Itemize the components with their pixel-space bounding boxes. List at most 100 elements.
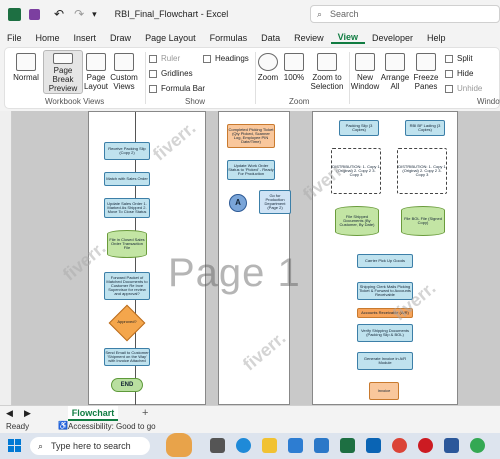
scroll-tabs-left-icon[interactable]: ◀	[6, 408, 13, 419]
tab-review[interactable]: Review	[287, 33, 331, 43]
sheet-tab-flowchart[interactable]: Flowchart	[68, 406, 118, 421]
new-window-icon	[355, 53, 375, 71]
unhide-icon	[445, 84, 453, 93]
split-button[interactable]: Split	[445, 54, 473, 63]
chrome-icon[interactable]	[392, 438, 407, 453]
tab-file[interactable]: File	[0, 33, 29, 43]
file-explorer-icon[interactable]	[262, 438, 277, 453]
ruler-label: Ruler	[161, 54, 181, 63]
zoom-to-selection-button[interactable]: Zoom to Selection	[307, 53, 347, 91]
taskbar-search[interactable]: ⌕ Type here to search	[30, 437, 150, 455]
flow-step[interactable]: Forward Packet of Matched Documents to C…	[104, 272, 150, 300]
flow-datastore[interactable]: File in Closed Sales Order Transaction F…	[107, 230, 147, 258]
page-layout-view-icon	[86, 53, 106, 71]
custom-views-button[interactable]: Custom Views	[109, 53, 139, 91]
accessibility-icon[interactable]: ♿	[58, 421, 68, 430]
new-window-button[interactable]: New Window	[351, 53, 379, 91]
headings-check-box	[203, 54, 211, 63]
flow-offpage[interactable]: Go for Production Department (Page 2)	[259, 190, 291, 214]
undo-icon[interactable]: ↶	[54, 7, 64, 21]
word-icon[interactable]	[444, 438, 459, 453]
search-box[interactable]: ⌕ Search	[310, 5, 500, 23]
tab-draw[interactable]: Draw	[103, 33, 138, 43]
zoom-label: Zoom	[257, 73, 279, 82]
freeze-panes-button[interactable]: Freeze Panes	[411, 53, 441, 91]
headings-checkbox[interactable]: Headings	[203, 54, 249, 63]
row-headers[interactable]	[0, 111, 12, 405]
tab-developer[interactable]: Developer	[365, 33, 420, 43]
hide-icon	[445, 69, 453, 78]
excel-icon	[8, 7, 21, 21]
scroll-tabs-right-icon[interactable]: ▶	[24, 408, 31, 419]
accessibility-status[interactable]: Accessibility: Good to go	[68, 422, 156, 431]
save-icon[interactable]	[29, 8, 40, 20]
tab-help[interactable]: Help	[420, 33, 453, 43]
headings-label: Headings	[215, 54, 249, 63]
flow-step[interactable]: Generate Invoice in A/R Module	[357, 352, 413, 370]
hide-button[interactable]: Hide	[445, 69, 473, 78]
ruler-check-box	[149, 54, 157, 63]
unhide-button[interactable]: Unhide	[445, 84, 482, 93]
customize-qat-icon[interactable]: ▾	[92, 9, 97, 20]
tab-view[interactable]: View	[330, 32, 366, 44]
flow-document[interactable]: Packing Slip (3 Copies)	[339, 120, 379, 136]
normal-view-button[interactable]: Normal	[11, 53, 41, 82]
formula-bar-check-box	[149, 84, 157, 93]
excel-taskbar-icon[interactable]	[340, 438, 355, 453]
mail-app-icon[interactable]	[366, 438, 381, 453]
flow-step[interactable]: Match with Sales Order	[104, 172, 150, 186]
store-icon[interactable]	[288, 438, 303, 453]
taskbar-search-icon: ⌕	[38, 440, 44, 451]
freeze-panes-icon	[416, 53, 436, 71]
flow-note[interactable]: DISTRIBUTION: 1. Copy 1 (Original) 2. Co…	[397, 148, 447, 194]
mail-icon[interactable]	[314, 438, 329, 453]
flow-connector[interactable]: A	[229, 194, 247, 212]
ruler-checkbox[interactable]: Ruler	[149, 54, 180, 63]
arrange-all-button[interactable]: Arrange All	[381, 53, 409, 91]
zoom-button[interactable]: Zoom	[257, 53, 279, 82]
new-window-label: New Window	[350, 73, 380, 91]
gridlines-checkbox[interactable]: Gridlines	[149, 69, 193, 78]
page-break-preview-label: Page Break Preview	[48, 66, 78, 93]
flow-step[interactable]: Update Work Order Status to 'Picked' - R…	[227, 160, 275, 180]
flow-datastore[interactable]: File BOL File (Signed Copy)	[401, 206, 445, 236]
page-layout-view-button[interactable]: Page Layout	[83, 53, 109, 91]
task-view-icon[interactable]	[210, 438, 225, 453]
tab-formulas[interactable]: Formulas	[203, 33, 255, 43]
windows-start-icon[interactable]	[8, 439, 21, 452]
flow-decision-label: Approved?	[117, 319, 137, 324]
tab-insert[interactable]: Insert	[67, 33, 104, 43]
flow-step[interactable]: Receive Packing Slip (Copy 2)	[104, 142, 150, 160]
zoom-100-button[interactable]: 100%	[283, 53, 305, 82]
flow-document[interactable]: RBI BF Lading (3 Copies)	[405, 120, 445, 136]
tab-page-layout[interactable]: Page Layout	[138, 33, 203, 43]
flow-datastore[interactable]: File Shipped Documents (By Customer, By …	[335, 206, 379, 236]
flow-document[interactable]: Invoice	[369, 382, 399, 400]
flow-step[interactable]: Carrier Pick Up Goods	[357, 254, 413, 268]
flow-step[interactable]: Send Email to Customer 'Shipment on the …	[104, 348, 150, 366]
fox-mascot-icon[interactable]	[166, 433, 192, 457]
flow-end[interactable]: END	[111, 378, 143, 392]
status-ready: Ready	[6, 422, 30, 431]
add-sheet-icon[interactable]: +	[142, 407, 148, 419]
tab-home[interactable]: Home	[29, 33, 67, 43]
search-placeholder: Search	[330, 9, 359, 19]
opera-icon[interactable]	[418, 438, 433, 453]
zoom-group-label: Zoom	[289, 97, 310, 106]
chrome-icon[interactable]	[470, 438, 485, 453]
worksheet-area[interactable]: Receive Packing Slip (Copy 2) Match with…	[0, 111, 500, 405]
edge-icon[interactable]	[236, 438, 251, 453]
custom-views-label: Custom Views	[110, 73, 138, 91]
redo-icon[interactable]: ↷	[74, 7, 84, 21]
split-label: Split	[457, 54, 473, 63]
flow-document[interactable]: Completed Picking Ticket (Qty Picked, Sc…	[227, 124, 275, 148]
formula-bar-label: Formula Bar	[161, 84, 206, 93]
formula-bar-checkbox[interactable]: Formula Bar	[149, 84, 205, 93]
flow-step[interactable]: Update Sales Order 1. Marked As Shipped …	[104, 198, 150, 218]
ribbon: Normal Page Break Preview Page Layout Cu…	[4, 47, 500, 109]
search-icon: ⌕	[317, 8, 323, 19]
page-break-preview-button[interactable]: Page Break Preview	[43, 50, 83, 94]
flow-step[interactable]: Verify Shipping Documents (Packing Slip …	[357, 324, 413, 342]
zoom-to-selection-icon	[317, 53, 337, 71]
tab-data[interactable]: Data	[254, 33, 287, 43]
